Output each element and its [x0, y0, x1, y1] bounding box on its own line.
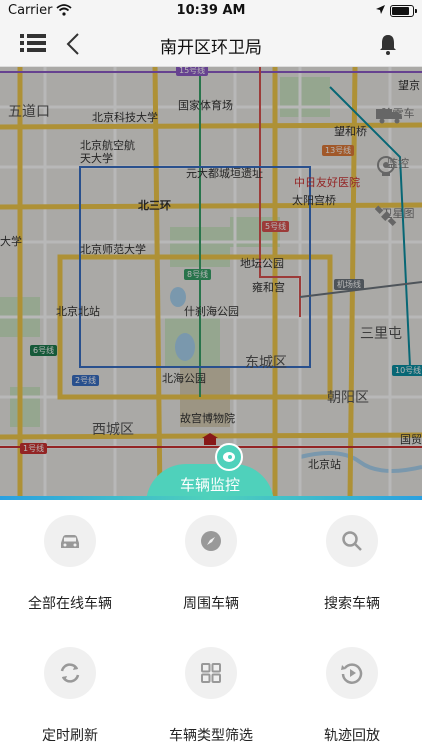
all-online-vehicles-button[interactable]: 全部在线车辆: [0, 515, 140, 613]
battery-tip: [415, 9, 417, 13]
function-panel: 全部在线车辆 周围车辆 搜索车辆 定时刷新 车辆类型筛选 轨迹回放: [0, 500, 422, 750]
search-vehicles-button[interactable]: 搜索车辆: [282, 515, 422, 613]
grid-icon: [201, 663, 221, 683]
status-bar: Carrier 10:39 AM: [0, 0, 422, 22]
replay-icon: [341, 663, 363, 684]
camera-icon: [377, 156, 395, 176]
timed-refresh-button[interactable]: 定时刷新: [0, 647, 140, 745]
function-icon-circle: [185, 647, 237, 699]
function-icon-circle: [44, 515, 96, 567]
refresh-icon: [60, 663, 80, 683]
clock: 10:39 AM: [176, 3, 246, 18]
function-icon-circle: [185, 515, 237, 567]
monitor-toggle[interactable]: 监控: [374, 155, 422, 176]
monitor-eye-icon[interactable]: [215, 443, 243, 471]
search-icon: [342, 531, 362, 551]
function-label: 周围车辆: [183, 596, 239, 612]
map-dim-overlay: [0, 67, 422, 499]
navigation-bar: 南开区环卫局: [0, 22, 422, 67]
bell-icon[interactable]: [378, 32, 398, 56]
car-icon: [61, 535, 79, 548]
nearby-vehicles-button[interactable]: 周围车辆: [141, 515, 281, 613]
map-view[interactable]: 五道口 北京科技大学 国家体育场 北京航空航天大学 元大都城垣遗址 中日友好医院…: [0, 67, 422, 499]
battery-icon: [390, 5, 414, 17]
vehicle-monitor-label: 车辆监控: [179, 476, 240, 494]
function-icon-circle: [44, 647, 96, 699]
function-label: 定时刷新: [42, 728, 98, 744]
compass-icon: [201, 531, 221, 551]
function-label: 轨迹回放: [324, 728, 380, 744]
function-label: 车辆类型筛选: [169, 728, 253, 744]
satellite-icon: [374, 205, 397, 226]
function-icon-circle: [326, 647, 378, 699]
snow-truck-toggle[interactable]: 除雪车: [374, 105, 422, 124]
truck-icon: [376, 109, 402, 124]
satellite-toggle[interactable]: 卫星图: [374, 205, 422, 226]
function-icon-circle: [326, 515, 378, 567]
page-title: 南开区环卫局: [160, 38, 262, 58]
location-arrow-icon: [376, 5, 385, 14]
function-label: 搜索车辆: [324, 596, 380, 612]
vehicle-type-filter-button[interactable]: 车辆类型筛选: [141, 647, 281, 745]
function-label: 全部在线车辆: [28, 596, 112, 612]
track-replay-button[interactable]: 轨迹回放: [282, 647, 422, 745]
